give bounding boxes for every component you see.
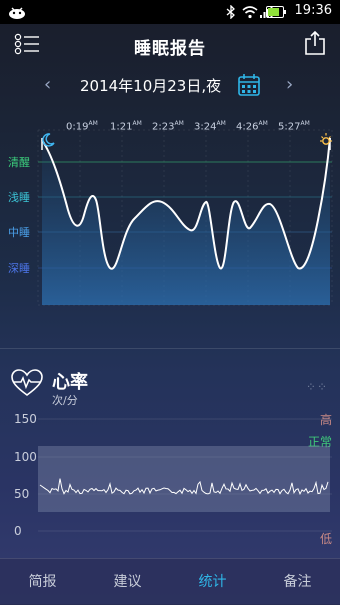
report-date: 2014年10月23日,夜 bbox=[80, 77, 222, 95]
bluetooth-icon bbox=[226, 5, 235, 19]
section-divider bbox=[0, 348, 340, 349]
heart-pulse-icon bbox=[11, 369, 43, 396]
sleep-stage-chart: 0:19AM 1:21AM 2:23AM 3:24AM 4:26AM 5:27A… bbox=[0, 110, 340, 355]
calendar-icon[interactable] bbox=[238, 74, 260, 96]
page-title: 睡眠报告 bbox=[134, 39, 206, 59]
date-navigator: ‹ 2014年10月23日,夜 › bbox=[0, 70, 340, 102]
bottom-tab-bar: 简报 建议 统计 备注 bbox=[0, 558, 340, 605]
android-icon bbox=[9, 7, 25, 19]
more-dots-icon[interactable]: ⁘⁘ bbox=[306, 380, 328, 394]
moon-icon bbox=[42, 133, 55, 147]
app-header: 睡眠报告 bbox=[0, 24, 340, 68]
tab-advice[interactable]: 建议 bbox=[85, 571, 170, 591]
share-icon[interactable] bbox=[304, 30, 326, 56]
tab-notes[interactable]: 备注 bbox=[255, 571, 340, 591]
status-time: 19:36 bbox=[294, 3, 332, 18]
wifi-icon bbox=[242, 6, 258, 19]
sleep-curve-fill bbox=[42, 138, 330, 305]
heart-rate-plot bbox=[38, 418, 332, 532]
tab-statistics[interactable]: 统计 bbox=[170, 571, 255, 591]
battery-icon bbox=[266, 6, 286, 18]
status-bar: 19:36 bbox=[0, 0, 340, 24]
chevron-left-icon[interactable]: ‹ bbox=[44, 74, 51, 95]
heart-rate-title: 心率 bbox=[52, 372, 88, 393]
chevron-right-icon[interactable]: › bbox=[286, 74, 293, 95]
sun-icon bbox=[320, 133, 332, 145]
normal-range-band bbox=[38, 446, 330, 512]
tab-brief[interactable]: 简报 bbox=[0, 571, 85, 591]
